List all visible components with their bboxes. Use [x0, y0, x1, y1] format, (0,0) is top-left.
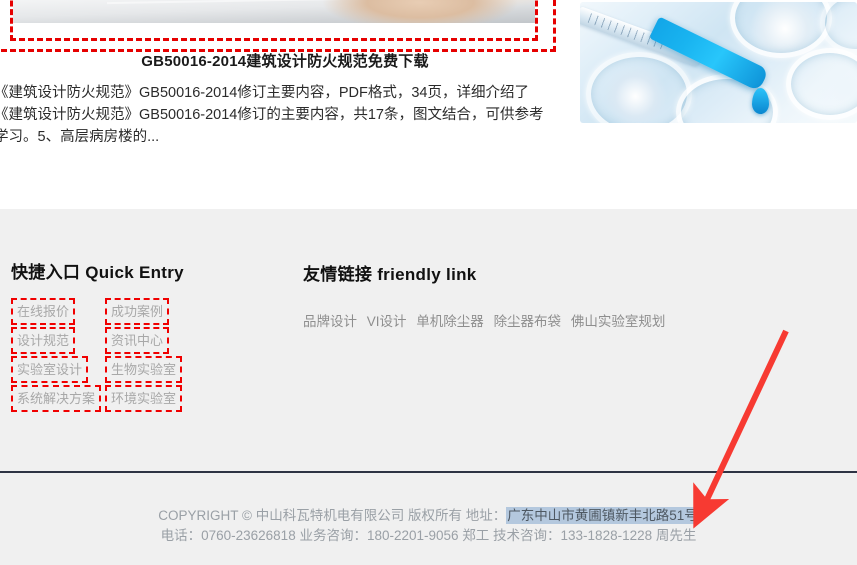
quick-entry-link-online-quote[interactable]: 在线报价	[11, 298, 76, 325]
glassware-detail	[820, 2, 857, 54]
quick-entry-link-news-center[interactable]: 资讯中心	[105, 327, 170, 354]
thumbnail-detail	[106, 0, 348, 5]
quick-entry-link-success-cases[interactable]: 成功案例	[105, 298, 170, 325]
laboratory-photo[interactable]	[580, 2, 857, 123]
friendly-link-vi-design[interactable]: VI设计	[367, 314, 407, 329]
quick-entry-heading: 快捷入口 Quick Entry	[11, 263, 184, 282]
friendly-link-list: 品牌设计 VI设计 单机除尘器 除尘器布袋 佛山实验室规划	[303, 310, 671, 330]
friendly-link-brand-design[interactable]: 品牌设计	[303, 314, 357, 329]
selected-address-text[interactable]: 广东中山市黄圃镇新丰北路51号	[506, 507, 699, 524]
footer-divider	[0, 471, 857, 473]
quick-entry-column-left: 在线报价 设计规范 实验室设计 系统解决方案	[11, 298, 102, 414]
friendly-link-heading: 友情链接 friendly link	[303, 265, 477, 284]
article-thumbnail-image[interactable]	[13, 0, 535, 23]
friendly-link-dust-collector[interactable]: 单机除尘器	[416, 314, 484, 329]
quick-entry-column-right: 成功案例 资讯中心 生物实验室 环境实验室	[105, 298, 183, 414]
blue-liquid-drop	[752, 88, 769, 114]
copyright-text: COPYRIGHT © 中山科瓦特机电有限公司 版权所有 地址：	[158, 508, 507, 523]
quick-entry-link-bio-lab[interactable]: 生物实验室	[105, 356, 183, 383]
friendly-link-foshan-lab[interactable]: 佛山实验室规划	[571, 314, 666, 329]
glassware-detail	[786, 48, 857, 120]
contact-line: 电话：0760-23626818 业务咨询：180-2201-9056 郑工 技…	[160, 528, 697, 543]
quick-entry-link-design-spec[interactable]: 设计规范	[11, 327, 76, 354]
quick-entry-link-lab-design[interactable]: 实验室设计	[11, 356, 89, 383]
quick-entry-link-environment-lab[interactable]: 环境实验室	[105, 385, 183, 412]
article-title[interactable]: GB50016-2014建筑设计防火规范免费下载	[0, 50, 570, 71]
friendly-link-dust-bag[interactable]: 除尘器布袋	[494, 314, 562, 329]
copyright-line: COPYRIGHT © 中山科瓦特机电有限公司 版权所有 地址：广东中山市黄圃镇…	[0, 504, 857, 524]
quick-entry-link-system-solution[interactable]: 系统解决方案	[11, 385, 102, 412]
content-band: GB50016-2014建筑设计防火规范免费下载 《建筑设计防火规范》GB500…	[0, 0, 857, 209]
article-body-text: 《建筑设计防火规范》GB50016-2014修订主要内容，PDF格式，34页，详…	[0, 85, 544, 145]
